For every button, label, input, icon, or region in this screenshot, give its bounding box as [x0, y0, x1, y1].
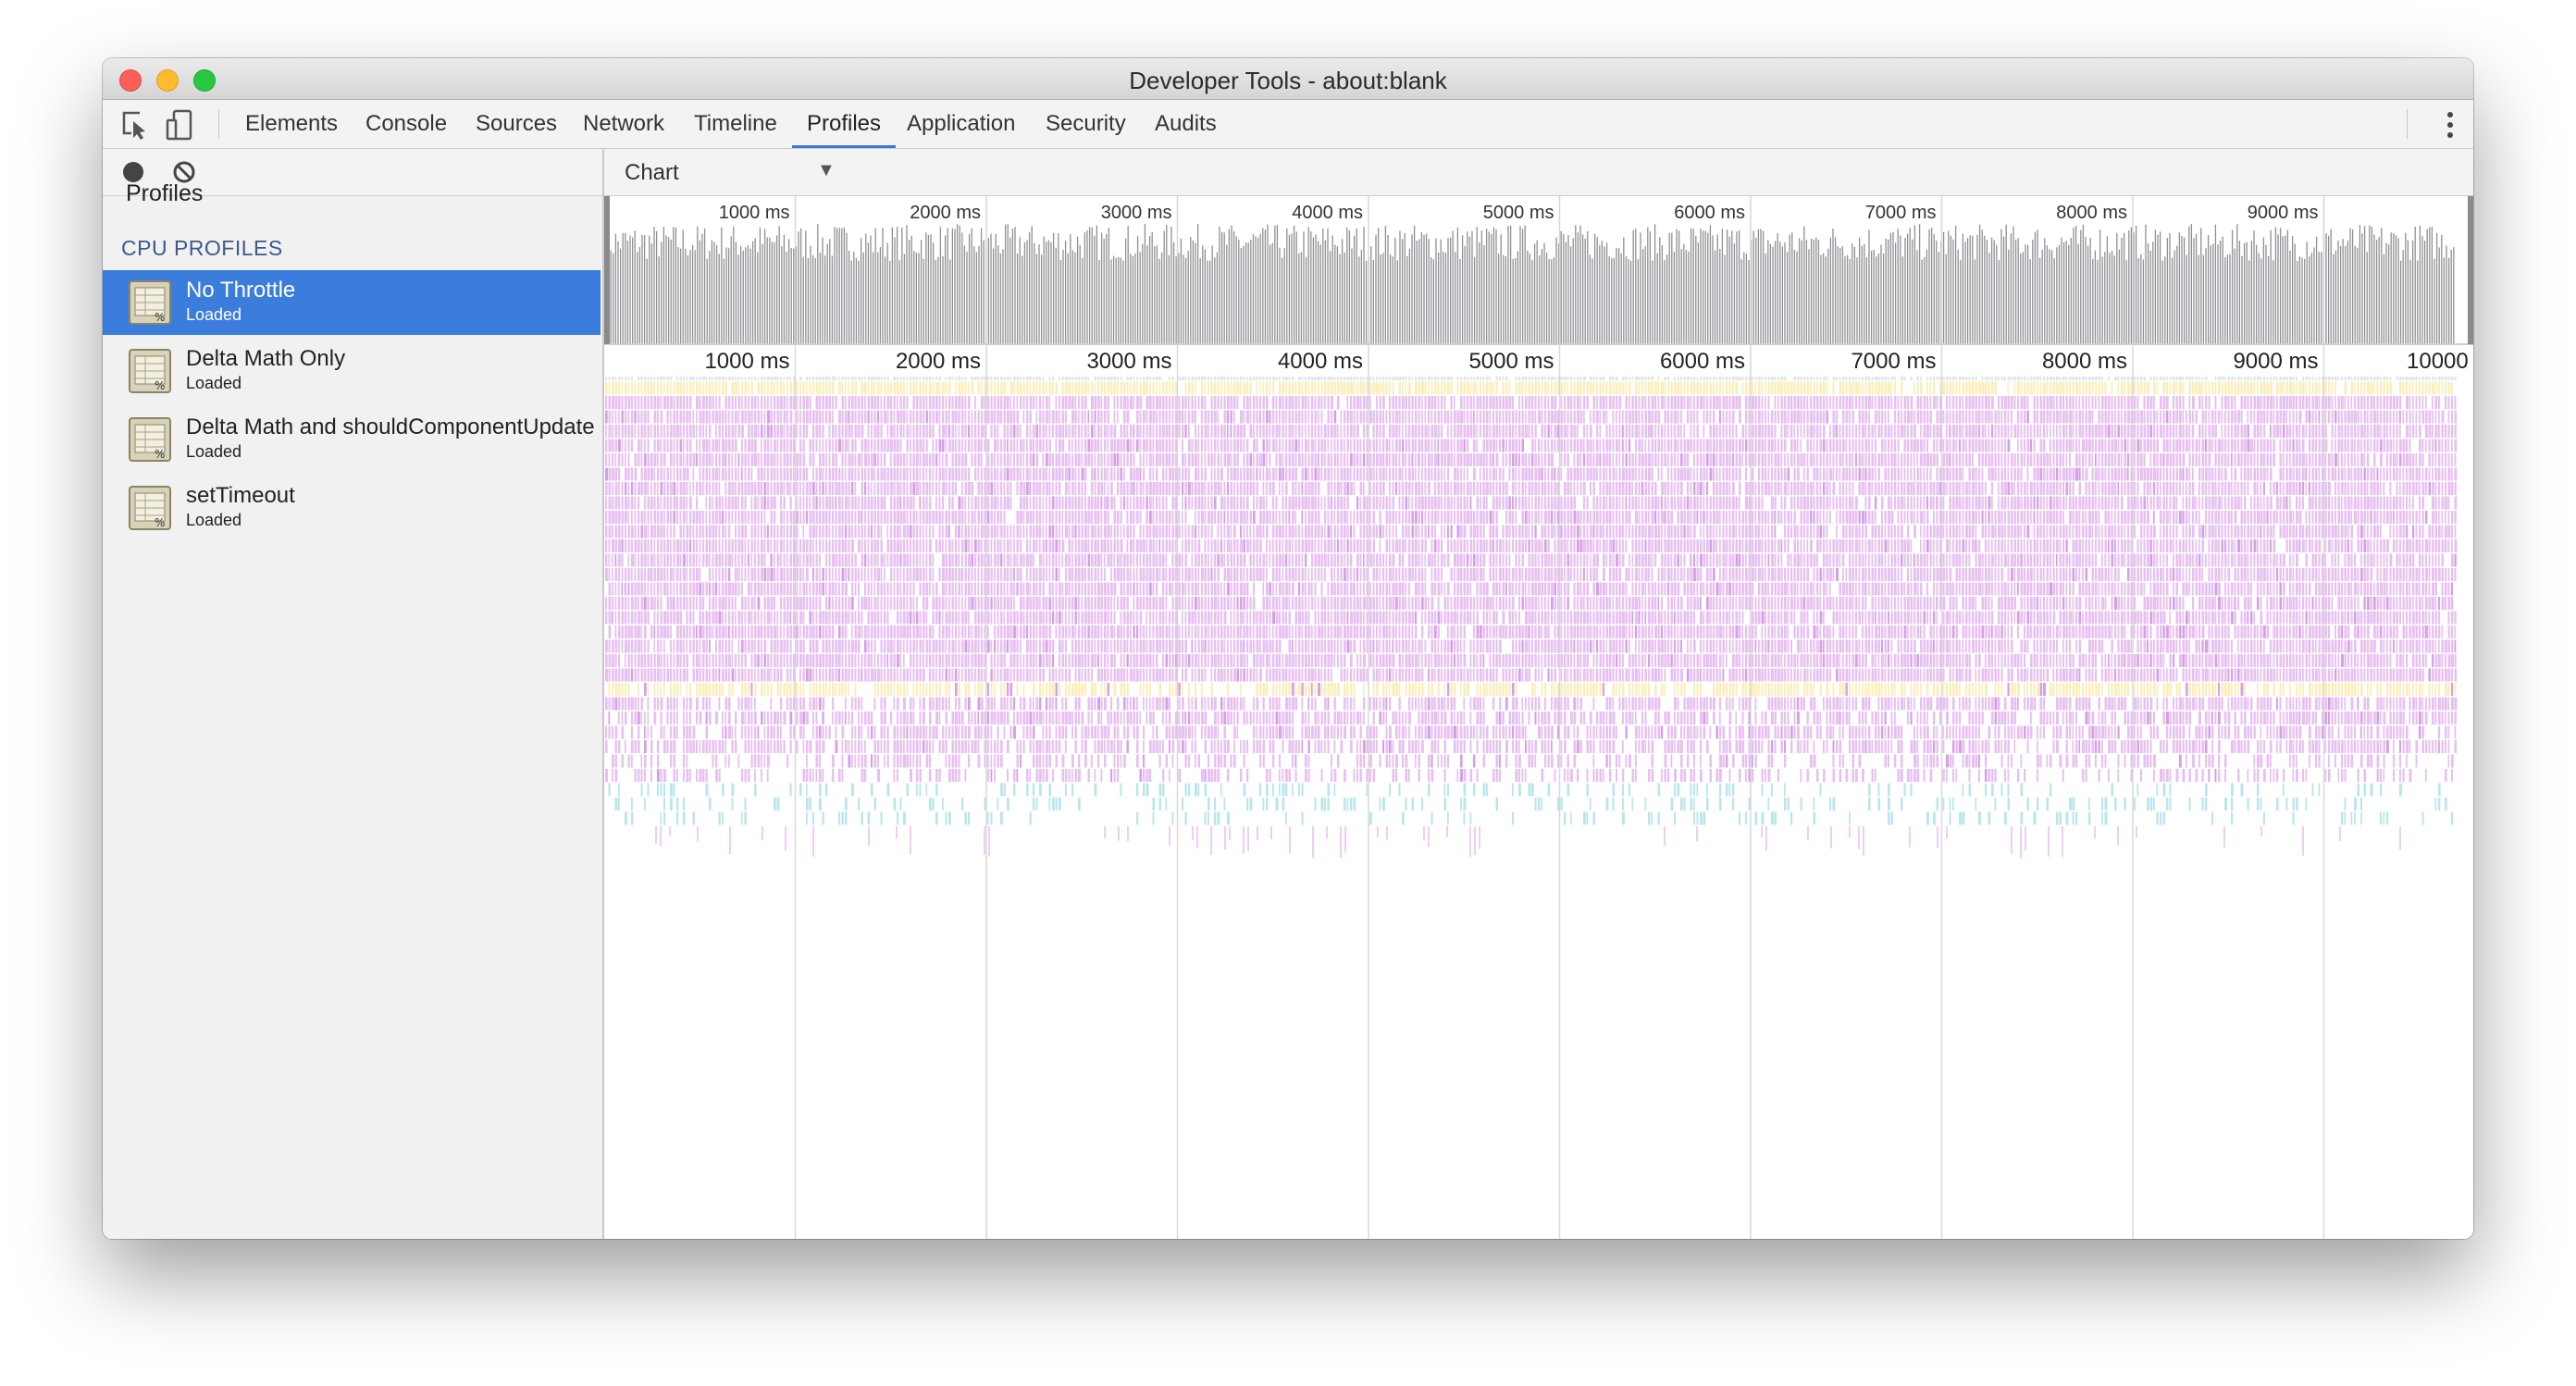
- overview-tick-label: 3000 ms: [1101, 203, 1172, 223]
- overview-grid: [794, 196, 2325, 344]
- tab-sources[interactable]: Sources: [476, 100, 557, 148]
- profile-status: Loaded: [186, 511, 242, 529]
- overview-tick-label: 7000 ms: [1865, 203, 1937, 223]
- timeline-tick-label: 6000 ms: [1660, 349, 1745, 374]
- view-mode-select[interactable]: Chart: [625, 160, 679, 186]
- svg-text:%: %: [155, 311, 165, 324]
- overview-tick-label: 8000 ms: [2056, 203, 2127, 223]
- tab-profiles[interactable]: Profiles: [792, 100, 897, 148]
- svg-text:%: %: [155, 516, 165, 529]
- tab-console[interactable]: Console: [365, 100, 447, 148]
- profile-item-delta-math-only[interactable]: % Delta Math Only Loaded: [103, 339, 601, 403]
- flame-rows: [605, 367, 2458, 859]
- profile-item-delta-math-scu[interactable]: % Delta Math and shouldComponentUpdate L…: [103, 407, 601, 472]
- overview-tick-label: 1000 ms: [719, 203, 790, 223]
- tab-network[interactable]: Network: [583, 100, 664, 148]
- overview-tick-labels: 1000 ms 2000 ms 3000 ms 4000 ms 5000 ms 6000 …: [719, 203, 2319, 223]
- timeline-tick-label: 9000 ms: [2233, 349, 2318, 374]
- profile-status: Loaded: [186, 305, 242, 324]
- timeline-tick-label: 7000 ms: [1851, 349, 1936, 374]
- overview-tick-label: 5000 ms: [1483, 203, 1554, 223]
- window-title: Developer Tools - about:blank: [1129, 67, 1447, 94]
- cpu-profile-icon: %: [129, 349, 171, 393]
- timeline-tick-label: 4000 ms: [1278, 349, 1363, 374]
- profile-name: Delta Math Only: [186, 346, 346, 371]
- tab-security[interactable]: Security: [1046, 100, 1126, 148]
- overview-tick-label: 4000 ms: [1292, 203, 1363, 223]
- cpu-profile-icon: %: [129, 417, 171, 462]
- profile-name: setTimeout: [186, 483, 295, 508]
- timeline-tick-label: 2000 ms: [896, 349, 981, 374]
- toolbar-divider-right: [2407, 109, 2408, 139]
- flame-chart[interactable]: 1000 ms 2000 ms 3000 ms 4000 ms 5000 ms 6000 …: [604, 196, 2473, 1239]
- profile-item-no-throttle[interactable]: % No Throttle Loaded: [103, 270, 601, 335]
- overview-tick-label: 2000 ms: [910, 203, 981, 223]
- tab-application[interactable]: Application: [907, 100, 1015, 148]
- devtools-window: Developer Tools - about:blank Elements C…: [103, 58, 2473, 1239]
- overview-window-right-handle[interactable]: [2468, 196, 2473, 344]
- device-toolbar-icon[interactable]: [166, 109, 193, 145]
- profile-name: Delta Math and shouldComponentUpdate: [186, 415, 595, 439]
- svg-text:%: %: [155, 448, 165, 461]
- more-options-icon[interactable]: [2446, 111, 2455, 143]
- overview-tick-label: 9000 ms: [2248, 203, 2319, 223]
- timeline-tick-label: 10000: [2407, 349, 2469, 374]
- inspect-element-icon[interactable]: [119, 109, 151, 145]
- timeline-tick-label: 5000 ms: [1468, 349, 1554, 374]
- cpu-profile-icon: %: [129, 280, 171, 325]
- panel-tab-bar: Elements Console Sources Network Timelin…: [103, 100, 2473, 149]
- overview-tick-label: 6000 ms: [1674, 203, 1745, 223]
- cpu-profile-icon: %: [129, 486, 171, 530]
- tab-audits[interactable]: Audits: [1155, 100, 1217, 148]
- timeline-tick-label: 3000 ms: [1086, 349, 1171, 374]
- tab-elements[interactable]: Elements: [245, 100, 338, 148]
- profile-status: Loaded: [186, 442, 242, 461]
- timeline-tick-label: 1000 ms: [704, 349, 789, 374]
- profiles-heading: Profiles: [126, 180, 204, 206]
- tab-timeline[interactable]: Timeline: [694, 100, 777, 148]
- timeline-tick-label: 8000 ms: [2042, 349, 2127, 374]
- cpu-profiles-section-label: CPU PROFILES: [121, 236, 283, 260]
- svg-text:%: %: [155, 379, 165, 392]
- overview-activity: [605, 224, 2455, 344]
- toolbar-divider: [218, 109, 219, 139]
- chart-toolbar: Chart ▼: [604, 149, 2473, 196]
- profiles-sidebar: Profiles CPU PROFILES % No Throttle Load…: [103, 149, 604, 1239]
- overview-window-left-handle[interactable]: [604, 196, 610, 344]
- profile-status: Loaded: [186, 374, 242, 392]
- flame-chart-panel: Chart ▼ 1000 ms 2000 ms 3000 ms 4000 ms 5000…: [604, 149, 2473, 1239]
- profile-item-settimeout[interactable]: % setTimeout Loaded: [103, 476, 601, 540]
- title-bar: Developer Tools - about:blank: [103, 58, 2473, 100]
- chevron-down-icon[interactable]: ▼: [817, 160, 836, 181]
- profile-name: No Throttle: [186, 278, 296, 303]
